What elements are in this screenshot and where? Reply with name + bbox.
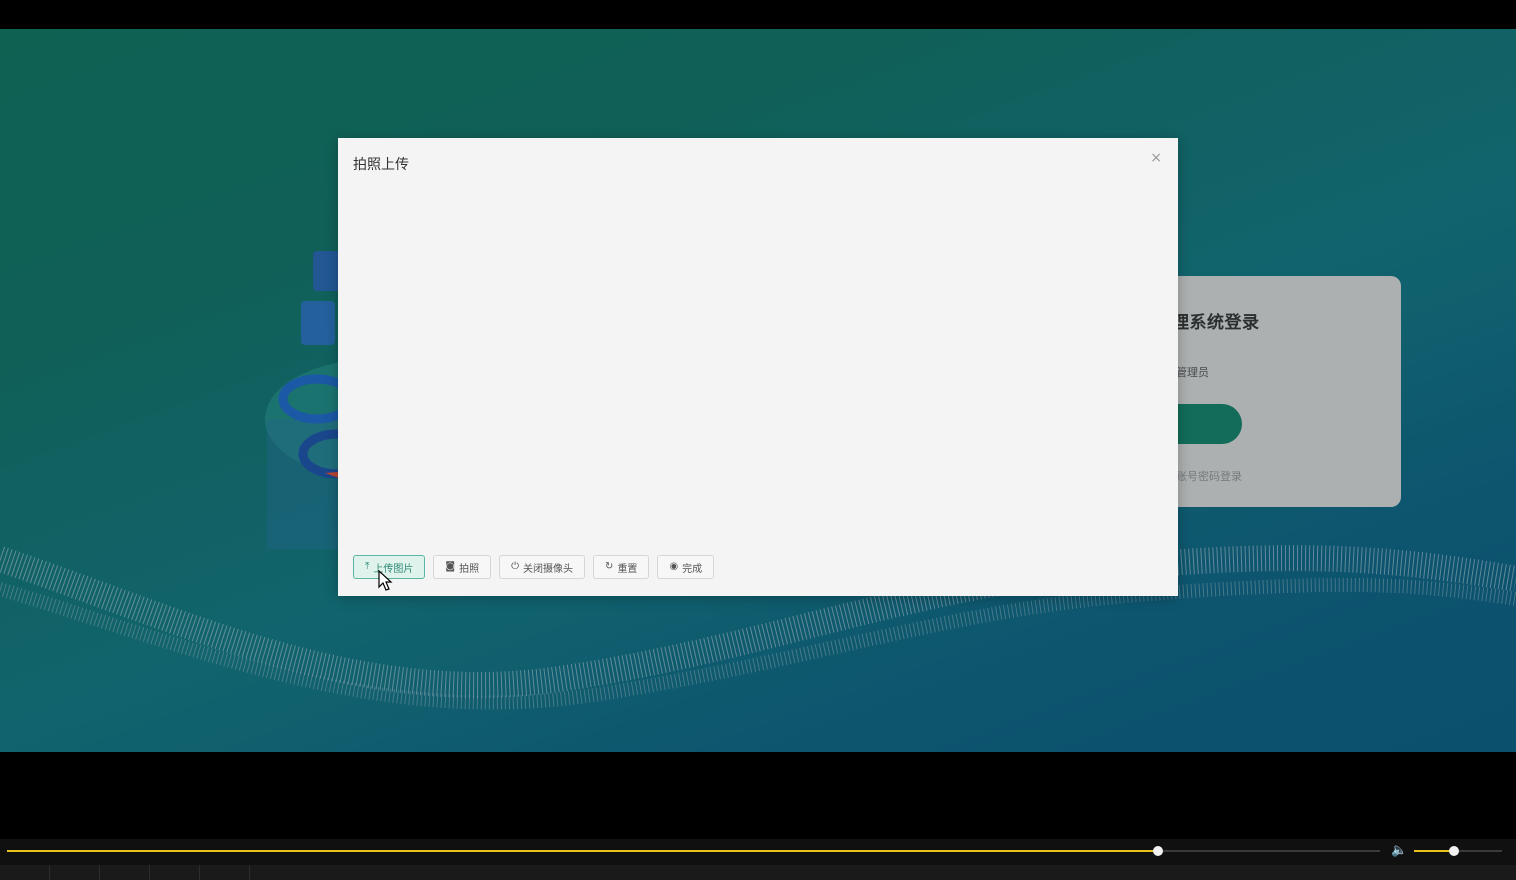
volume-fill xyxy=(1414,850,1454,852)
upload-icon: ⤒ xyxy=(365,561,370,572)
progress-track[interactable] xyxy=(7,846,1380,856)
top-black-bar xyxy=(0,0,1516,29)
strip-cell xyxy=(150,865,200,880)
volume-icon[interactable]: 🔈 xyxy=(1391,844,1407,858)
finish-button[interactable]: ◉ 完成 xyxy=(657,555,715,579)
finish-label: 完成 xyxy=(682,563,703,575)
player-control-bar: 🔈 xyxy=(0,839,1516,865)
login-role-label[interactable]: 管理员 xyxy=(1176,364,1209,380)
take-photo-label: 拍照 xyxy=(459,563,480,575)
progress-fill xyxy=(7,850,1158,852)
strip-cell xyxy=(50,865,100,880)
reset-label: 重置 xyxy=(617,563,638,575)
strip-cell xyxy=(0,865,50,880)
reset-button[interactable]: ↻ 重置 xyxy=(593,555,650,579)
bar-tile-icon xyxy=(301,301,335,345)
volume-track[interactable] xyxy=(1414,846,1502,856)
password-login-link[interactable]: 账号密码登录 xyxy=(1176,468,1242,484)
login-title: 理系统登录 xyxy=(1172,313,1260,333)
dialog-title: 拍照上传 xyxy=(353,157,409,173)
close-camera-label: 关闭摄像头 xyxy=(523,563,574,575)
close-camera-button[interactable]: ⏻ 关闭摄像头 xyxy=(499,555,586,579)
progress-handle[interactable] xyxy=(1152,846,1163,856)
refresh-icon: ↻ xyxy=(605,561,614,572)
bottom-strip xyxy=(0,865,1516,880)
volume-handle[interactable] xyxy=(1448,846,1459,856)
camera-preview-area xyxy=(353,184,1163,544)
strip-cell xyxy=(100,865,150,880)
dialog-button-row: ⤒ 上传图片 ◙ 拍照 ⏻ 关闭摄像头 ↻ 重置 ◉ 完成 xyxy=(353,555,715,579)
close-icon[interactable]: × xyxy=(1150,150,1162,166)
strip-cell xyxy=(200,865,250,880)
photo-upload-dialog: 拍照上传 × ⤒ 上传图片 ◙ 拍照 ⏻ 关闭摄像头 ↻ 重置 ◉ 完成 xyxy=(338,138,1178,596)
check-circle-icon: ◉ xyxy=(669,561,679,572)
take-photo-button[interactable]: ◙ 拍照 xyxy=(433,555,492,579)
mouse-pointer-icon xyxy=(378,570,393,591)
power-icon: ⏻ xyxy=(511,561,520,572)
camera-icon: ◙ xyxy=(445,561,456,572)
